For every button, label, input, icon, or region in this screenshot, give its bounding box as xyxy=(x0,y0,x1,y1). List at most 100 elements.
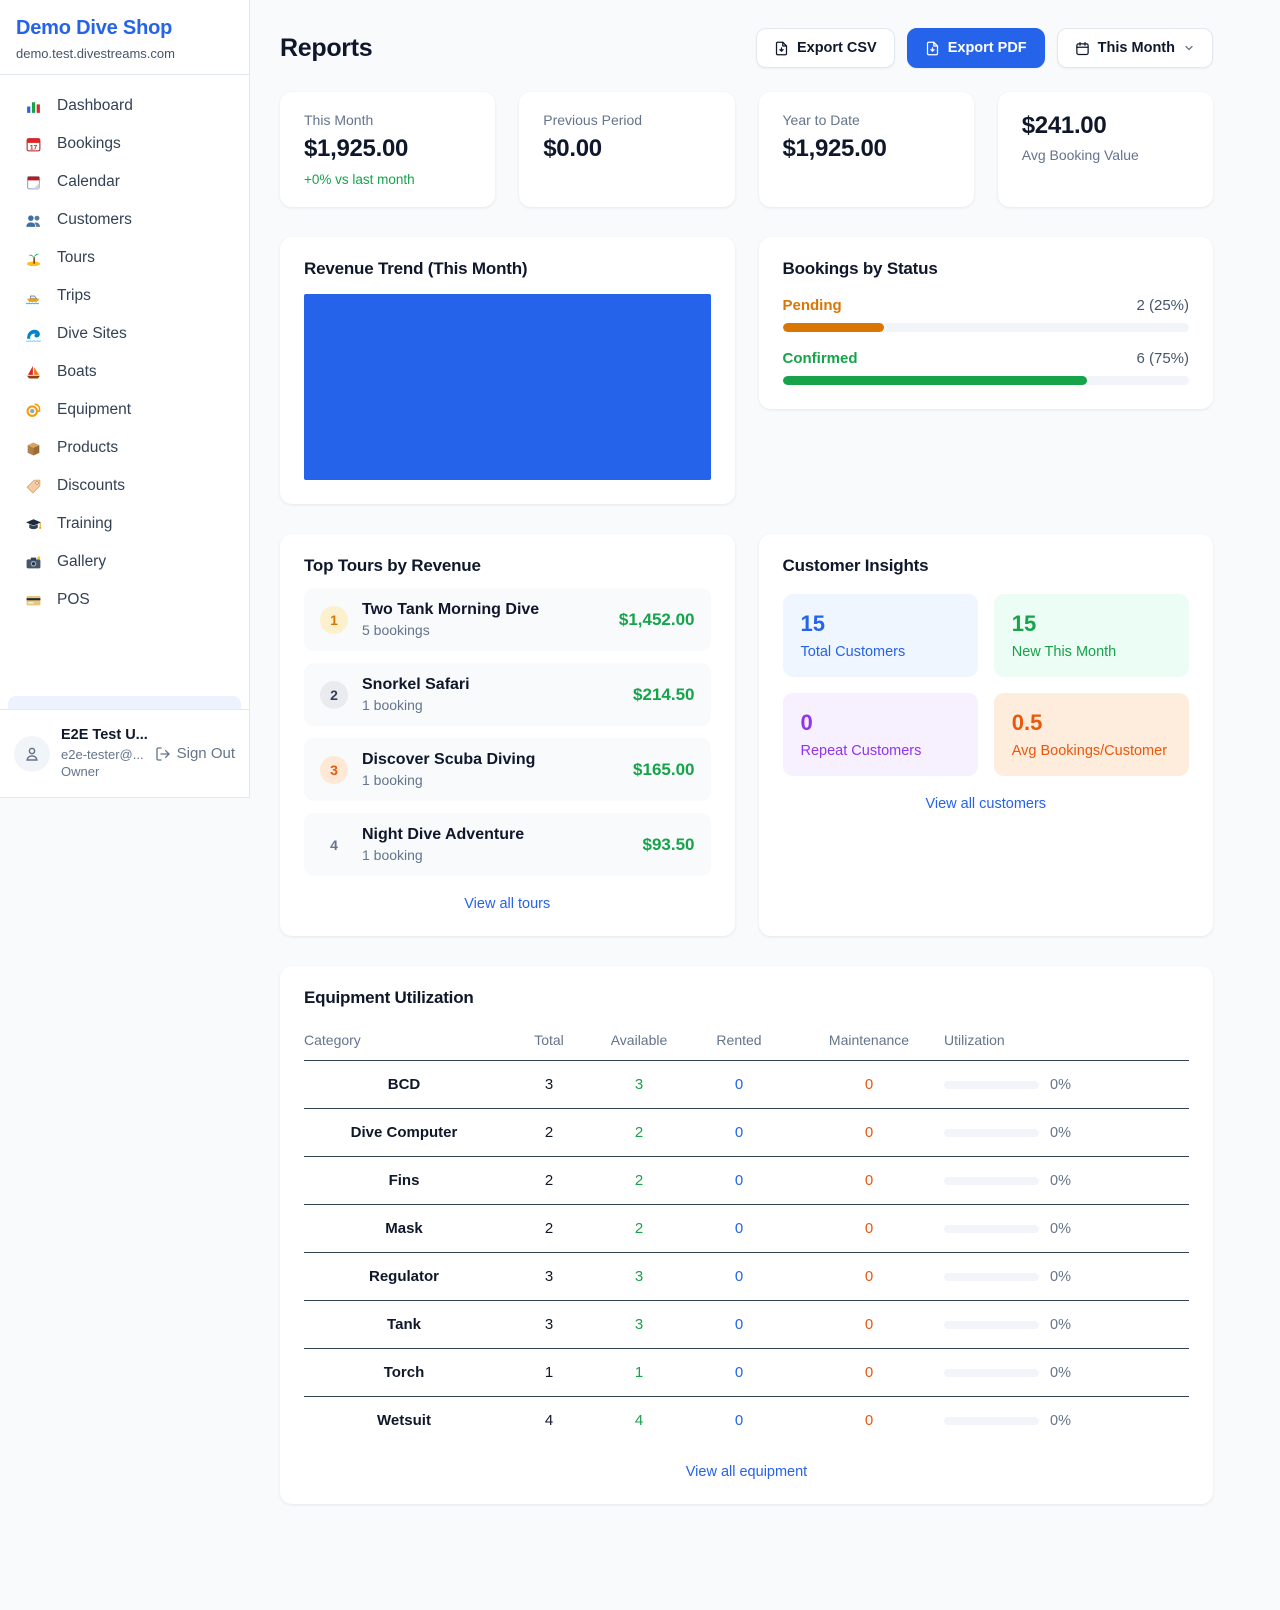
chevron-down-icon xyxy=(1183,42,1195,54)
sidebar-item-label: Equipment xyxy=(57,401,131,419)
stat-label: Year to Date xyxy=(783,112,950,128)
sidebar-item-products[interactable]: Products xyxy=(8,429,241,467)
export-pdf-button[interactable]: Export PDF xyxy=(907,28,1045,68)
customers-icon xyxy=(25,212,42,229)
rank-badge: 4 xyxy=(320,831,348,859)
sidebar-item-label: Discounts xyxy=(57,477,125,495)
sidebar-item-training[interactable]: Training xyxy=(8,505,241,543)
period-label: This Month xyxy=(1098,40,1175,56)
sidebar-item-pos[interactable]: POS xyxy=(8,581,241,619)
view-all-tours-link[interactable]: View all tours xyxy=(304,896,711,912)
shop-domain: demo.test.divestreams.com xyxy=(16,46,233,61)
export-csv-button[interactable]: Export CSV xyxy=(756,28,895,68)
revenue-trend-title: Revenue Trend (This Month) xyxy=(304,259,711,279)
utilization-pct: 0% xyxy=(1050,1317,1071,1333)
cell-total: 4 xyxy=(504,1397,594,1445)
table-row: BCD 3 3 0 0 0% xyxy=(304,1061,1189,1109)
sidebar-item-trips[interactable]: Trips xyxy=(8,277,241,315)
view-all-customers-link[interactable]: View all customers xyxy=(783,796,1190,812)
customer-insights-card: Customer Insights 15 Total Customers 15 … xyxy=(759,534,1214,936)
user-email: e2e-tester@... xyxy=(61,746,144,764)
cell-total: 3 xyxy=(504,1061,594,1109)
sidebar-item-label: Calendar xyxy=(57,173,120,191)
insight-label: New This Month xyxy=(1012,644,1171,660)
cell-available: 3 xyxy=(594,1301,684,1349)
sidebar-item-dive-sites[interactable]: Dive Sites xyxy=(8,315,241,353)
stat-label: This Month xyxy=(304,112,471,128)
utilization-cell: 0% xyxy=(944,1077,1189,1093)
utilization-cell: 0% xyxy=(944,1221,1189,1237)
utilization-bar xyxy=(944,1273,1039,1281)
cell-category: Torch xyxy=(304,1349,504,1397)
utilization-pct: 0% xyxy=(1050,1269,1071,1285)
cell-available: 2 xyxy=(594,1205,684,1253)
cell-rented: 0 xyxy=(684,1157,794,1205)
sidebar-item-bookings[interactable]: 17 Bookings xyxy=(8,125,241,163)
stat-label: Previous Period xyxy=(543,112,710,128)
sidebar-item-discounts[interactable]: Discounts xyxy=(8,467,241,505)
stat-delta: +0% vs last month xyxy=(304,172,471,187)
col-maintenance: Maintenance xyxy=(794,1022,944,1061)
sidebar-item-boats[interactable]: Boats xyxy=(8,353,241,391)
sign-out-button[interactable]: Sign Out xyxy=(155,745,235,762)
status-group-confirmed: Confirmed 6 (75%) xyxy=(783,350,1190,385)
brand: Demo Dive Shop demo.test.divestreams.com xyxy=(0,0,249,75)
cell-rented: 0 xyxy=(684,1349,794,1397)
cell-rented: 0 xyxy=(684,1301,794,1349)
avatar xyxy=(14,736,50,772)
status-label: Pending xyxy=(783,297,842,314)
cell-category: Regulator xyxy=(304,1253,504,1301)
cell-category: Mask xyxy=(304,1205,504,1253)
utilization-pct: 0% xyxy=(1050,1173,1071,1189)
sidebar-item-equipment[interactable]: Equipment xyxy=(8,391,241,429)
table-row: Mask 2 2 0 0 0% xyxy=(304,1205,1189,1253)
status-count: 6 (75%) xyxy=(1136,350,1189,367)
user-role: Owner xyxy=(61,763,144,781)
active-nav-highlight xyxy=(8,696,241,709)
user-name: E2E Test U... xyxy=(61,726,144,746)
sidebar-item-dashboard[interactable]: Dashboard xyxy=(8,87,241,125)
dashboard-icon xyxy=(25,98,42,115)
cell-available: 1 xyxy=(594,1349,684,1397)
sidebar-nav: Dashboard 17 Bookings Calendar Customers… xyxy=(0,75,249,631)
bookings-icon: 17 xyxy=(25,136,42,153)
rank-badge: 2 xyxy=(320,681,348,709)
status-bar-track xyxy=(783,376,1190,385)
tour-revenue: $93.50 xyxy=(643,835,695,855)
cell-rented: 0 xyxy=(684,1109,794,1157)
insight-avg-bookings: 0.5 Avg Bookings/Customer xyxy=(994,693,1189,776)
sidebar-item-customers[interactable]: Customers xyxy=(8,201,241,239)
tour-name: Night Dive Adventure xyxy=(362,826,524,844)
stat-value: $0.00 xyxy=(543,135,710,163)
sidebar-item-tours[interactable]: Tours xyxy=(8,239,241,277)
col-utilization: Utilization xyxy=(944,1022,1189,1061)
cell-category: Wetsuit xyxy=(304,1397,504,1445)
tours-icon xyxy=(25,250,42,267)
status-label: Confirmed xyxy=(783,350,858,367)
sidebar-item-label: Products xyxy=(57,439,118,457)
sidebar-item-label: Dashboard xyxy=(57,97,133,115)
tour-revenue: $165.00 xyxy=(633,760,694,780)
cell-total: 2 xyxy=(504,1157,594,1205)
products-icon xyxy=(25,440,42,457)
tour-name: Two Tank Morning Dive xyxy=(362,601,539,619)
main-content: Reports Export CSV Export PDF This Month… xyxy=(250,0,1280,1544)
cell-available: 4 xyxy=(594,1397,684,1445)
file-download-icon xyxy=(925,41,940,56)
rank-badge: 3 xyxy=(320,756,348,784)
tour-row: 3 Discover Scuba Diving 1 booking $165.0… xyxy=(304,738,711,801)
stat-card-avg-booking-value: $241.00 Avg Booking Value xyxy=(998,92,1213,207)
view-all-equipment-link[interactable]: View all equipment xyxy=(304,1464,1189,1480)
insight-label: Total Customers xyxy=(801,644,960,660)
cell-category: Fins xyxy=(304,1157,504,1205)
logout-icon xyxy=(155,746,171,762)
tour-name: Discover Scuba Diving xyxy=(362,751,535,769)
cell-total: 2 xyxy=(504,1109,594,1157)
utilization-bar xyxy=(944,1225,1039,1233)
sidebar-item-label: Gallery xyxy=(57,553,106,571)
sidebar-item-label: Training xyxy=(57,515,112,533)
top-tours-card: Top Tours by Revenue 1 Two Tank Morning … xyxy=(280,534,735,936)
period-dropdown[interactable]: This Month xyxy=(1057,28,1213,68)
sidebar-item-calendar[interactable]: Calendar xyxy=(8,163,241,201)
sidebar-item-gallery[interactable]: Gallery xyxy=(8,543,241,581)
